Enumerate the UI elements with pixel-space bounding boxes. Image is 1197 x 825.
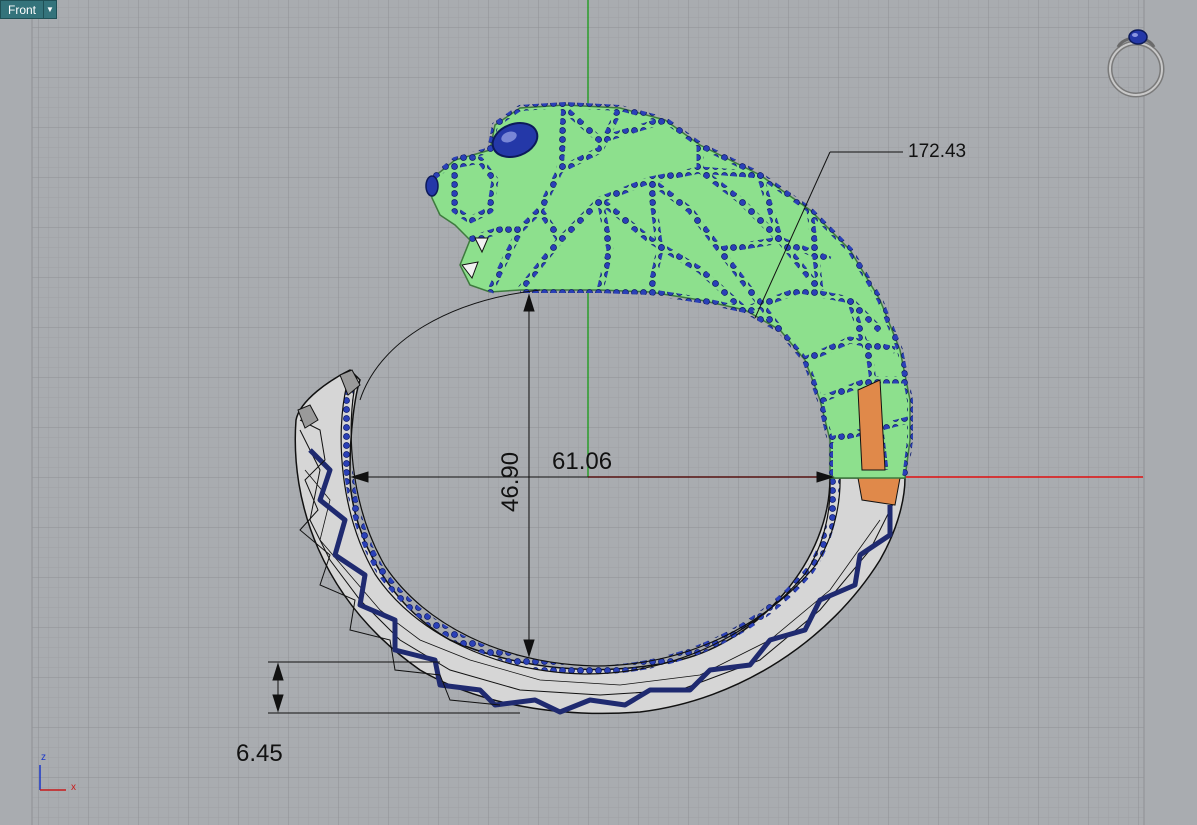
axis-z-label: z: [41, 752, 46, 763]
viewport-canvas[interactable]: [0, 0, 1197, 825]
axis-x-label: x: [71, 782, 76, 793]
triangle-down-icon[interactable]: ▼: [44, 0, 58, 19]
dimension-radius-label[interactable]: 172.43: [908, 141, 966, 163]
viewport-name[interactable]: Front: [0, 0, 45, 19]
dimension-thickness-label[interactable]: 6.45: [236, 740, 283, 768]
viewport-title-tab[interactable]: Front ▼: [0, 0, 58, 19]
panther-nose-gem[interactable]: [425, 175, 439, 197]
dimension-width-label[interactable]: 61.06: [552, 448, 612, 476]
ring-preview-icon[interactable]: [1104, 25, 1168, 99]
front-viewport[interactable]: Front ▼ 172.43 61.06 46.90 6.45 z x: [0, 0, 1197, 825]
dimension-height-label[interactable]: 46.90: [497, 452, 525, 512]
